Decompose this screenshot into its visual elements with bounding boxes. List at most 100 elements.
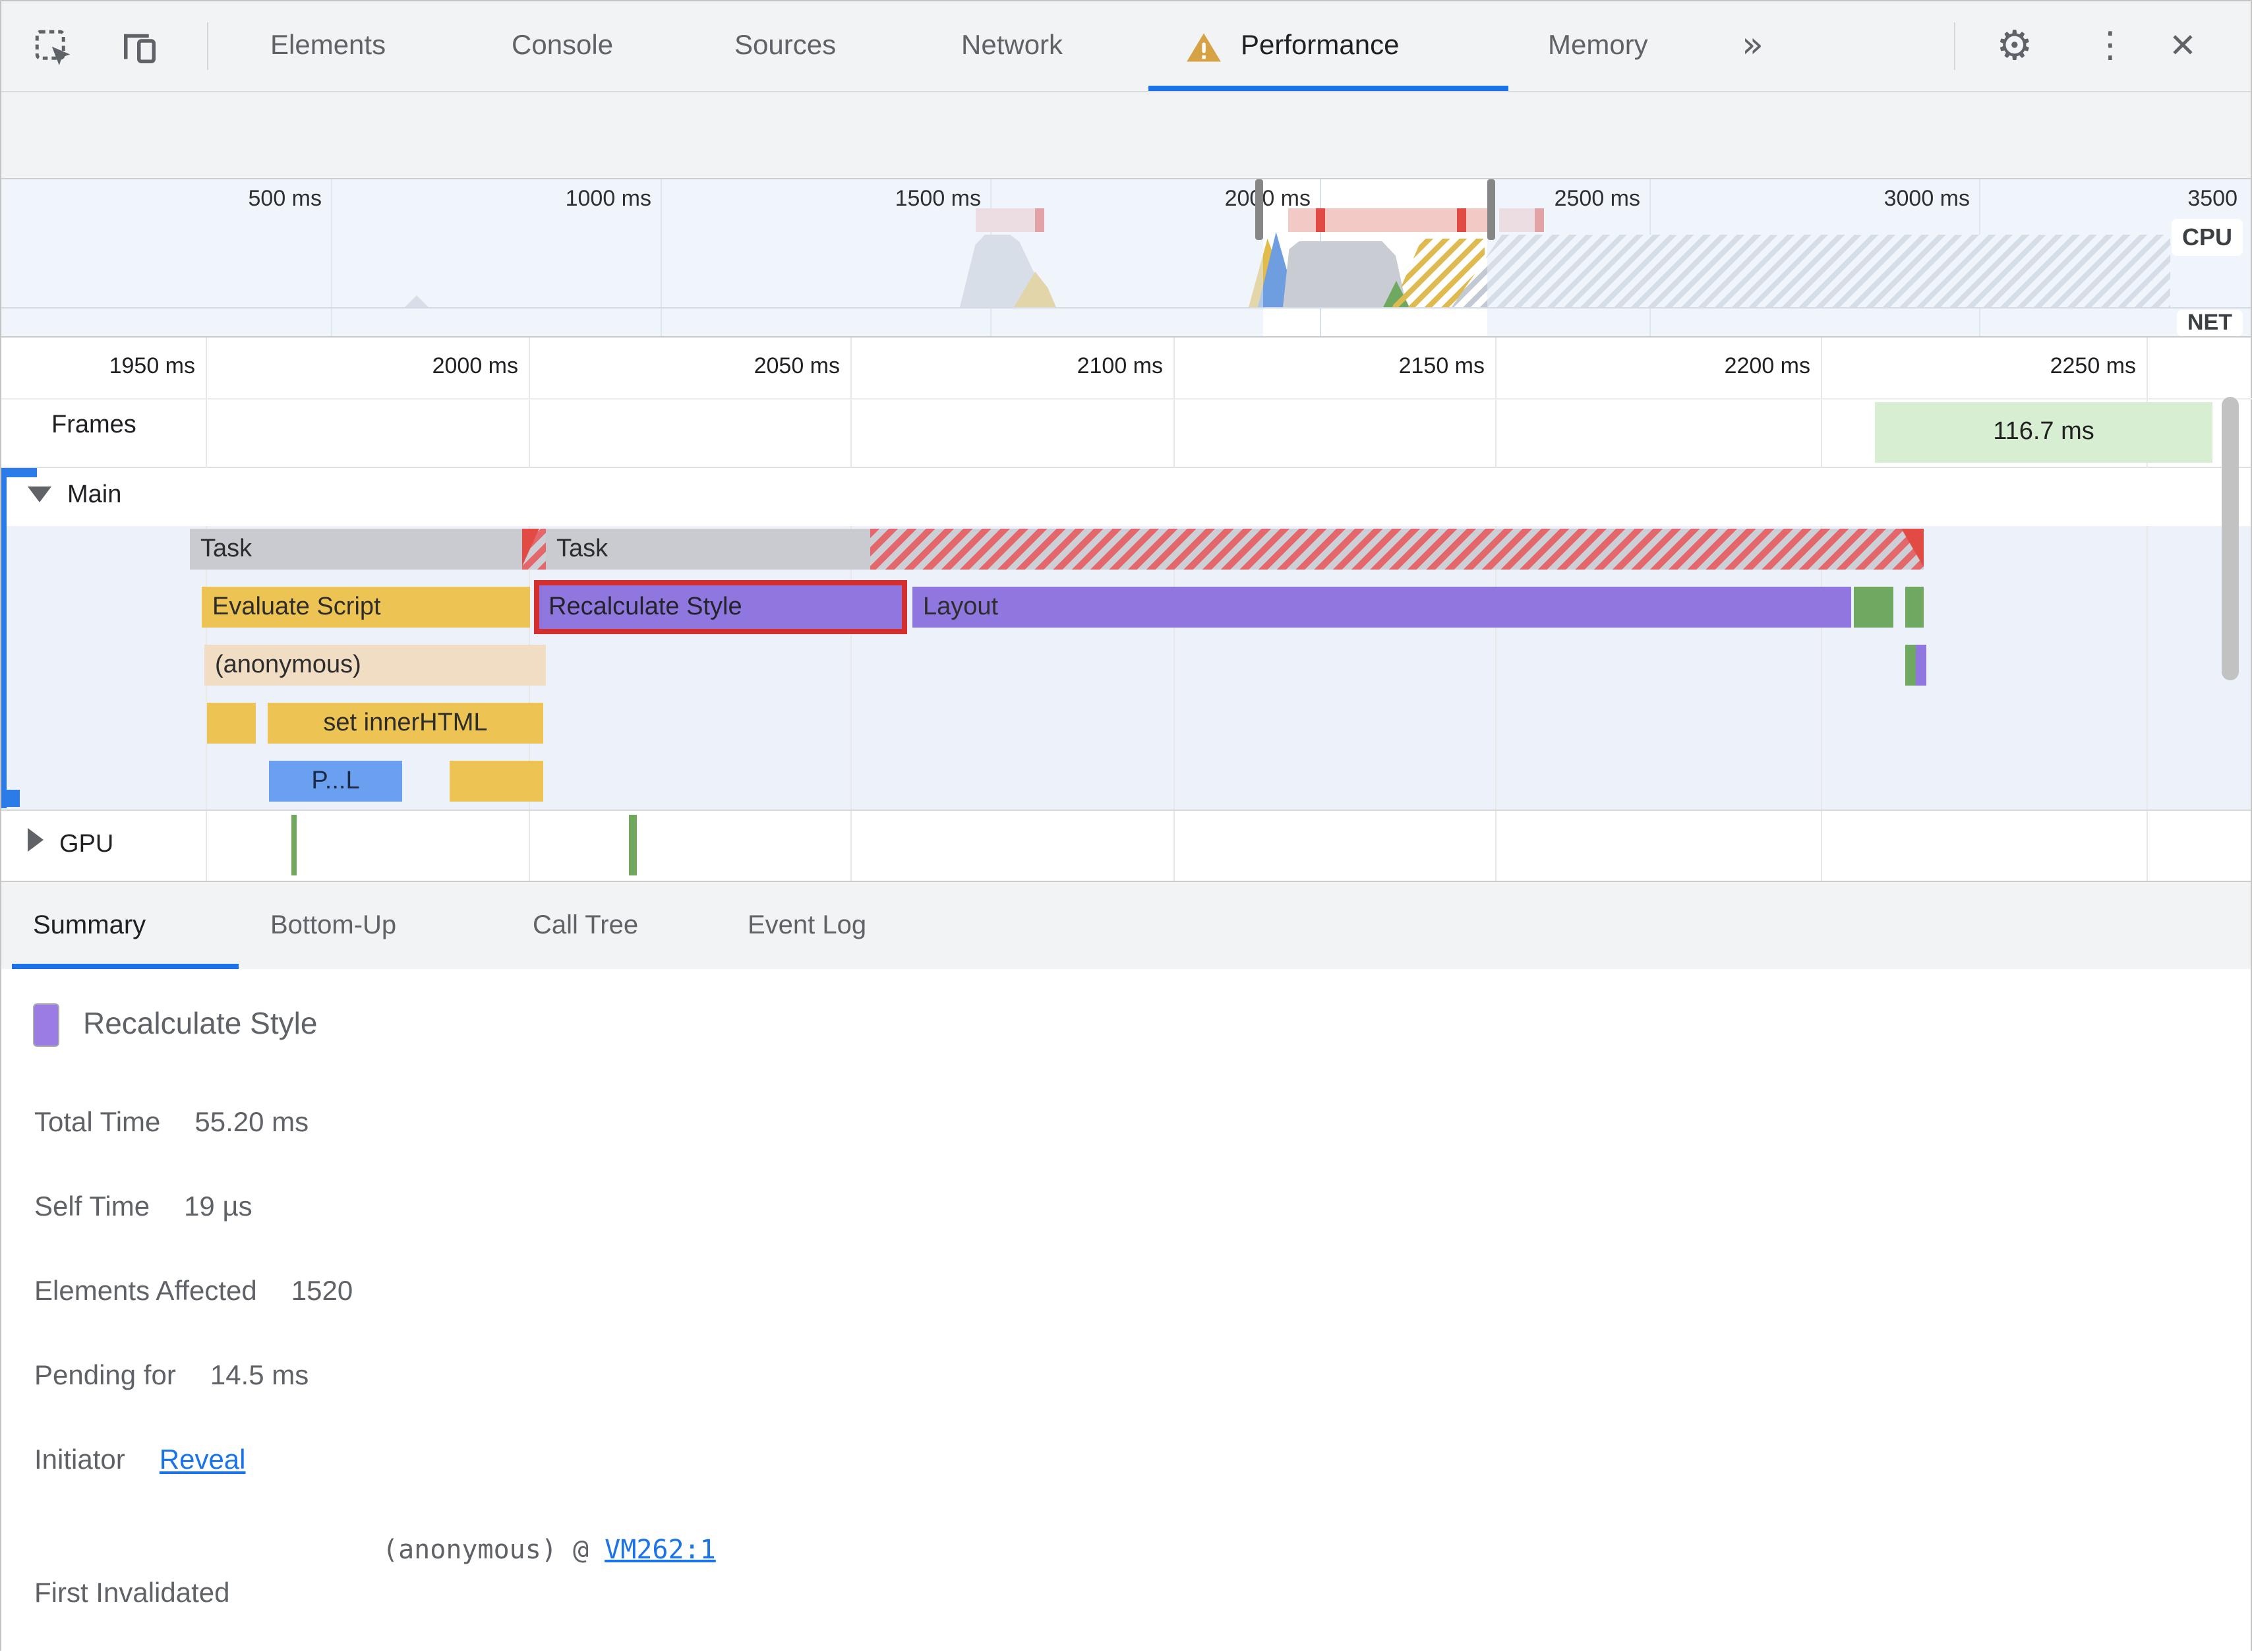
ruler-tick: 2100 ms — [1077, 353, 1163, 378]
layout-bar[interactable]: Layout — [912, 587, 1851, 628]
close-icon[interactable]: ✕ — [2169, 1, 2197, 91]
gridline — [529, 811, 530, 881]
ruler-tick: 2200 ms — [1724, 353, 1810, 378]
main-track-toggle[interactable]: Main — [28, 481, 121, 510]
overview-time-label: 3000 ms — [1883, 186, 1970, 211]
evaluate-script-bar[interactable]: Evaluate Script — [202, 587, 530, 628]
chevron-down-icon — [28, 487, 51, 502]
tab-event-log[interactable]: Event Log — [748, 882, 866, 969]
summary-title: Recalculate Style — [83, 1006, 318, 1040]
tab-performance[interactable]: Performance — [1241, 1, 1399, 91]
range-bracket-bottom — [1, 790, 20, 807]
script-bar[interactable] — [207, 703, 256, 744]
inspect-icon[interactable] — [33, 28, 73, 67]
paint-sliver[interactable] — [1905, 645, 1916, 686]
selection-handle-right[interactable] — [1487, 179, 1495, 240]
active-tab-underline — [1148, 86, 1508, 91]
event-color-swatch — [33, 1003, 59, 1047]
self-time-label: Self Time — [34, 1192, 150, 1222]
total-time-value: 55.20 ms — [194, 1107, 309, 1138]
tab-call-tree[interactable]: Call Tree — [533, 882, 638, 969]
initiator-row: Initiator Reveal — [34, 1445, 246, 1477]
recalculate-style-bar-selected[interactable]: Recalculate Style — [534, 580, 907, 634]
gridline — [2147, 526, 2148, 810]
gpu-track-toggle[interactable]: GPU — [28, 828, 113, 860]
initiator-label: Initiator — [34, 1445, 125, 1475]
pending-for-row: Pending for 14.5 ms — [34, 1361, 309, 1392]
overview-time-label: 500 ms — [248, 186, 322, 211]
cpu-net-divider — [1, 307, 2251, 309]
first-invalidated-stack: (anonymous) @ VM262:1 — [382, 1533, 716, 1565]
gridline — [1495, 338, 1496, 468]
divider — [207, 22, 208, 70]
tab-console[interactable]: Console — [512, 1, 613, 91]
main-thread-track: Main Task Task Evaluate Script Recalcula… — [1, 468, 2251, 811]
kebab-menu-icon[interactable]: ⋮ — [2092, 1, 2128, 91]
self-time-value: 19 µs — [184, 1192, 252, 1222]
gpu-activity-bar[interactable] — [629, 815, 637, 875]
task-bar[interactable]: Task — [546, 529, 870, 570]
self-time-row: Self Time 19 µs — [34, 1192, 252, 1224]
gridline — [206, 338, 207, 468]
chevron-right-icon — [28, 828, 44, 852]
long-task-red — [1316, 208, 1325, 232]
divider — [1954, 22, 1955, 70]
elements-affected-value: 1520 — [291, 1276, 353, 1307]
script-bar[interactable] — [450, 761, 543, 802]
tab-elements[interactable]: Elements — [270, 1, 386, 91]
gridline — [1173, 338, 1175, 468]
paint-bar[interactable] — [1854, 587, 1893, 628]
task-bar[interactable]: Task — [190, 529, 522, 570]
long-task-red — [1457, 208, 1466, 232]
main-flamechart[interactable]: Task Task Evaluate Script Recalculate St… — [1, 526, 2251, 810]
gridline — [1173, 811, 1175, 881]
gridline — [529, 338, 530, 468]
frame-duration-badge[interactable]: 116.7 ms — [1875, 402, 2212, 463]
range-bracket-line — [1, 468, 7, 808]
device-toolbar-icon[interactable] — [120, 28, 160, 67]
timeline-overview[interactable]: 500 ms 1000 ms 1500 ms 2000 ms 2500 ms 3… — [1, 179, 2251, 338]
stack-location-link[interactable]: VM262:1 — [605, 1533, 716, 1565]
tab-summary[interactable]: Summary — [33, 882, 146, 969]
settings-gear-icon[interactable]: ⚙ — [1996, 1, 2033, 91]
frames-track-label[interactable]: Frames — [51, 411, 136, 440]
ruler-tick: 1950 ms — [109, 353, 195, 378]
tab-memory[interactable]: Memory — [1548, 1, 1648, 91]
gridline — [1821, 338, 1822, 468]
tab-network[interactable]: Network — [961, 1, 1063, 91]
gpu-track-label: GPU — [59, 831, 114, 858]
elements-affected-label: Elements Affected — [34, 1276, 257, 1307]
details-tabbar: Summary Bottom-Up Call Tree Event Log — [1, 881, 2251, 969]
long-task-overrun[interactable] — [870, 529, 1924, 570]
gridline — [850, 811, 852, 881]
ruler-tick: 2000 ms — [432, 353, 518, 378]
more-tabs-icon[interactable]: » — [1742, 1, 1763, 91]
active-tab-underline — [12, 964, 239, 969]
tab-sources[interactable]: Sources — [734, 1, 836, 91]
set-innerhtml-bar[interactable]: set innerHTML — [268, 703, 543, 744]
cpu-lane-label: CPU — [2171, 219, 2243, 256]
elements-affected-row: Elements Affected 1520 — [34, 1276, 353, 1308]
summary-pane: Recalculate Style Total Time 55.20 ms Sel… — [1, 969, 2251, 1652]
gridline — [1821, 811, 1822, 881]
anonymous-call-bar[interactable]: (anonymous) — [204, 645, 546, 686]
tab-bottom-up[interactable]: Bottom-Up — [270, 882, 396, 969]
ruler-tick: 2150 ms — [1398, 353, 1485, 378]
overview-time-label: 1000 ms — [565, 186, 651, 211]
overview-time-label: 1500 ms — [895, 186, 981, 211]
style-sliver[interactable] — [1916, 645, 1926, 686]
paint-bar[interactable] — [1905, 587, 1924, 628]
gpu-activity-bar[interactable] — [291, 815, 297, 875]
gridline — [850, 338, 852, 468]
vertical-scrollbar[interactable] — [2222, 397, 2239, 680]
long-task-end[interactable] — [522, 529, 546, 570]
initiator-reveal-link[interactable]: Reveal — [160, 1445, 246, 1475]
parse-html-bar[interactable]: P...L — [269, 761, 402, 802]
gpu-track: GPU — [1, 811, 2251, 881]
total-time-label: Total Time — [34, 1107, 161, 1138]
ruler-tick: 2050 ms — [754, 353, 840, 378]
selection-handle-left[interactable] — [1255, 179, 1263, 240]
ruler-tick: 2250 ms — [2050, 353, 2136, 378]
gridline — [2147, 811, 2148, 881]
detail-ruler-and-frames: 1950 ms 2000 ms 2050 ms 2100 ms 2150 ms … — [1, 338, 2252, 468]
